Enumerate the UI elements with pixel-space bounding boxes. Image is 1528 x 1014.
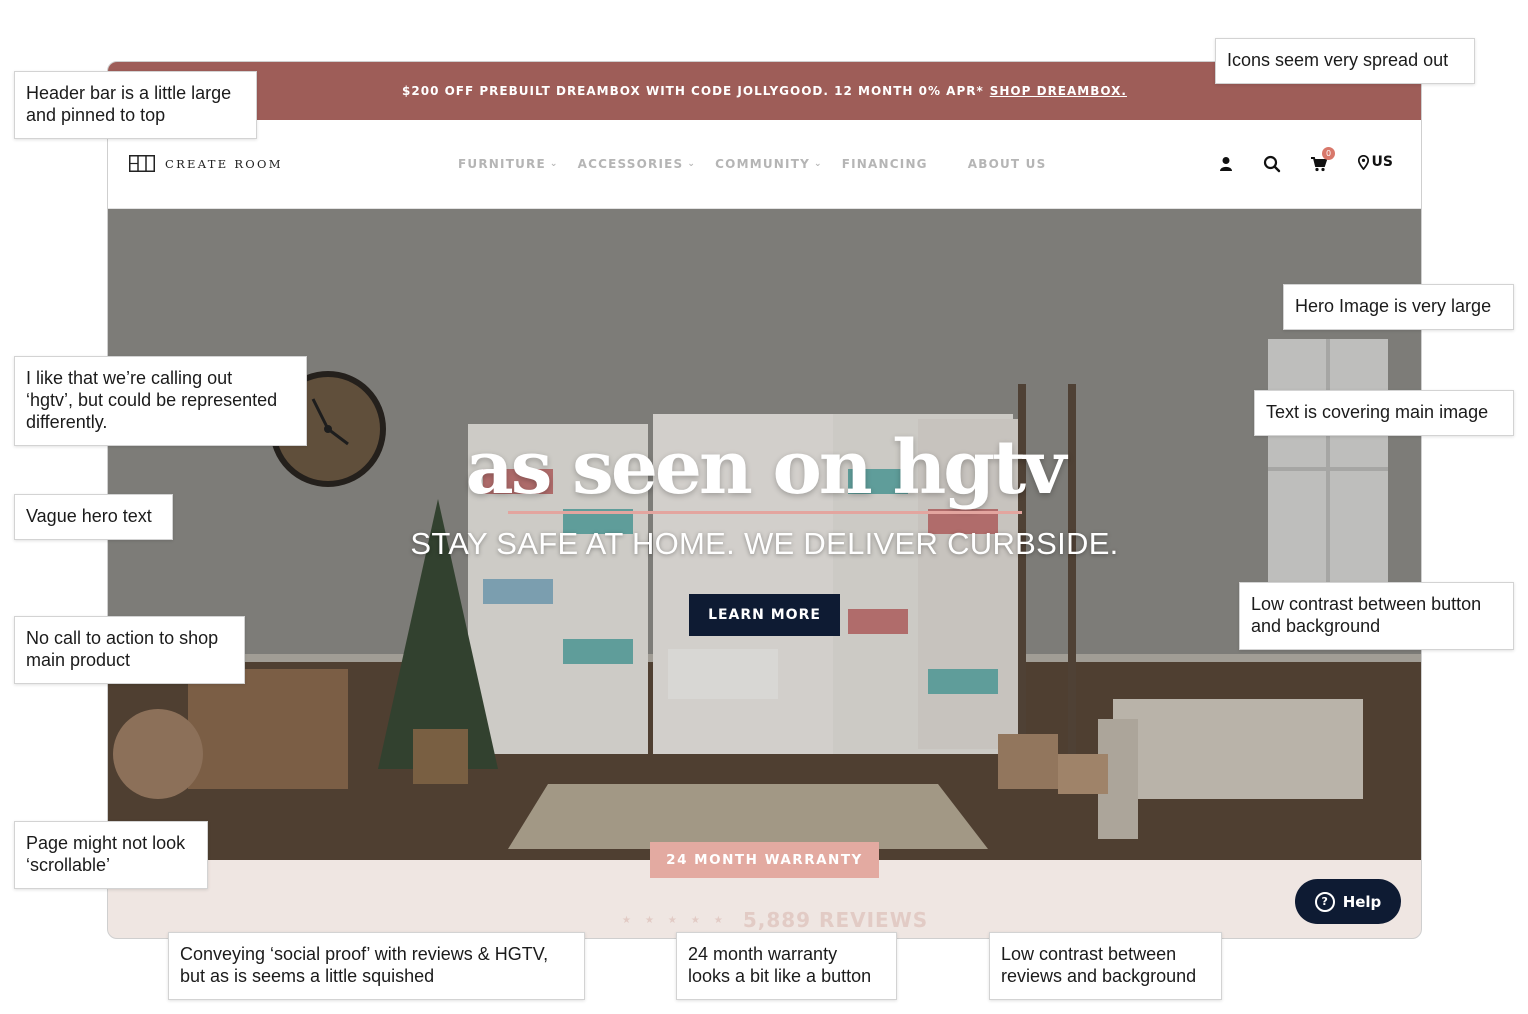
promo-text: $200 OFF PREBUILT DREAMBOX WITH CODE JOL…: [402, 84, 984, 98]
annotation-scrollable: Page might not look ‘scrollable’: [14, 821, 208, 889]
annotation-icons: Icons seem very spread out: [1215, 38, 1475, 84]
brand-name: CREATE ROOM: [165, 156, 283, 171]
warranty-badge: 24 MONTH WARRANTY: [650, 842, 879, 878]
annotation-hgtv: I like that we’re calling out ‘hgtv’, bu…: [14, 356, 307, 446]
chevron-down-icon: ⌄: [813, 159, 823, 169]
chevron-down-icon: ⌄: [687, 159, 697, 169]
star-rating-icon: ★★★★★: [622, 914, 737, 926]
reviews-count: 5,889 REVIEWS: [742, 908, 929, 932]
annotation-button-contrast: Low contrast between button and backgrou…: [1239, 582, 1514, 650]
search-icon[interactable]: [1262, 154, 1282, 174]
annotation-reviews-contrast: Low contrast between reviews and backgro…: [989, 932, 1222, 1000]
annotation-header-bar: Header bar is a little large and pinned …: [14, 71, 257, 139]
annotation-hero-image: Hero Image is very large: [1283, 284, 1514, 330]
annotation-social-proof: Conveying ‘social proof’ with reviews & …: [168, 932, 585, 1000]
nav-item-label: COMMUNITY: [715, 157, 810, 171]
hero-section: as seen on hgtv STAY SAFE AT HOME. WE DE…: [108, 209, 1421, 860]
chevron-down-icon: ⌄: [549, 159, 559, 169]
location-pin-icon: [1357, 154, 1369, 170]
nav-item-label: FURNITURE: [458, 157, 546, 171]
nav-item-about-us[interactable]: ABOUT US: [968, 157, 1047, 171]
annotation-text-covering: Text is covering main image: [1254, 390, 1514, 436]
cart-count-badge: 0: [1322, 147, 1335, 160]
reviews-summary[interactable]: ★★★★★ 5,889 REVIEWS: [622, 908, 928, 932]
help-button[interactable]: ? Help: [1295, 879, 1401, 924]
hero-content: as seen on hgtv STAY SAFE AT HOME. WE DE…: [108, 209, 1421, 860]
user-icon[interactable]: [1216, 154, 1236, 174]
question-icon: ?: [1314, 891, 1335, 912]
region-label: US: [1371, 154, 1393, 170]
logo-mark-icon: [129, 155, 155, 172]
nav-item-community[interactable]: COMMUNITY ⌄: [715, 157, 823, 171]
hero-headline: as seen on hgtv: [465, 425, 1066, 511]
region-selector[interactable]: US: [1357, 154, 1393, 170]
annotation-no-cta: No call to action to shop main product: [14, 616, 245, 684]
nav-item-label: ABOUT US: [967, 157, 1047, 171]
nav-menu: FURNITURE ⌄ ACCESSORIES ⌄ COMMUNITY ⌄ FI…: [458, 120, 1065, 208]
shop-dreambox-link[interactable]: SHOP DREAMBOX.: [990, 84, 1127, 98]
nav-item-label: FINANCING: [841, 157, 928, 171]
nav-item-label: ACCESSORIES: [577, 157, 684, 171]
annotation-warranty: 24 month warranty looks a bit like a but…: [676, 932, 897, 1000]
cart-button[interactable]: 0: [1309, 147, 1335, 174]
help-label: Help: [1342, 892, 1382, 911]
nav-item-furniture[interactable]: FURNITURE ⌄: [458, 157, 559, 171]
headline-underline: [507, 511, 1022, 514]
nav-item-financing[interactable]: FINANCING: [842, 157, 928, 171]
hero-subheadline: STAY SAFE AT HOME. WE DELIVER CURBSIDE.: [410, 526, 1119, 561]
nav-item-accessories[interactable]: ACCESSORIES ⌄: [578, 157, 697, 171]
annotation-vague-hero: Vague hero text: [14, 494, 173, 540]
main-nav: CREATE ROOM FURNITURE ⌄ ACCESSORIES ⌄ CO…: [108, 120, 1421, 209]
nav-icons: 0 US: [1121, 120, 1421, 208]
learn-more-button[interactable]: LEARN MORE: [689, 594, 840, 636]
brand-logo[interactable]: CREATE ROOM: [129, 155, 283, 172]
website-screenshot: $200 OFF PREBUILT DREAMBOX WITH CODE JOL…: [107, 61, 1422, 939]
